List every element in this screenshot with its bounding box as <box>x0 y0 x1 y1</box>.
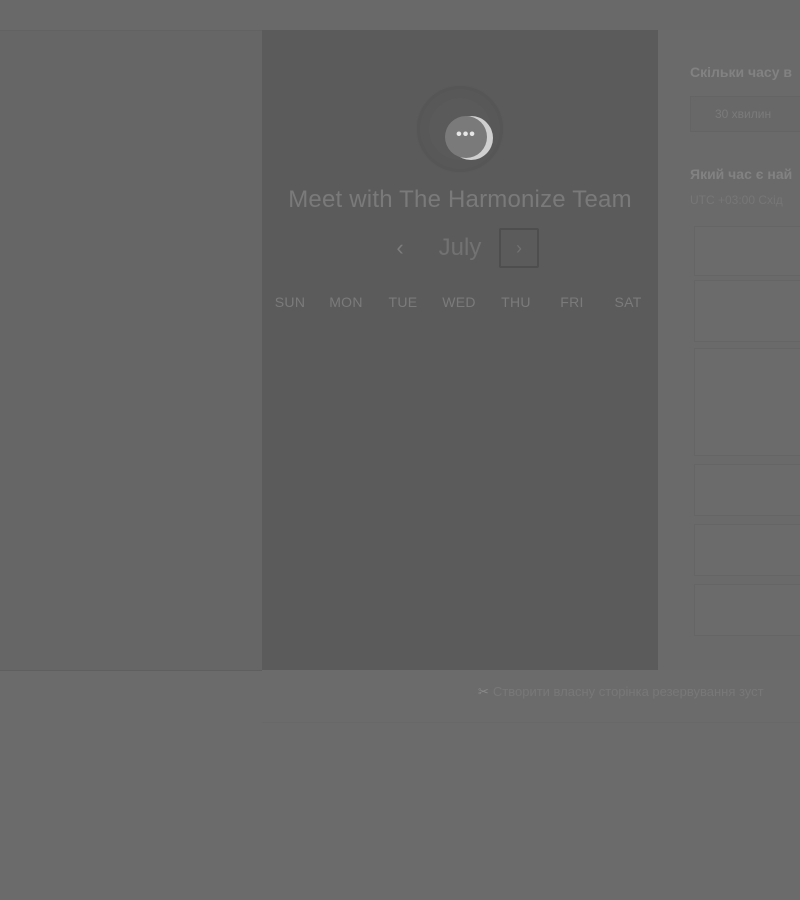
booking-pane: Скільки часу в 30 хвилин Який час є най … <box>658 30 800 670</box>
time-question: Який час є най <box>690 166 793 182</box>
month-label: July <box>438 234 482 261</box>
previous-month-button[interactable]: ‹ <box>390 236 410 260</box>
avatar-frame: ••• <box>429 98 493 160</box>
avatar: ••• <box>417 86 503 172</box>
time-slot[interactable] <box>694 348 800 456</box>
weekday-mon: MON <box>329 294 363 310</box>
weekday-fri: FRI <box>560 294 584 310</box>
create-booking-page-link[interactable]: ✂ Створити власну сторінка резервування з… <box>478 684 764 700</box>
footer-divider <box>262 722 800 723</box>
weekday-tue: TUE <box>388 294 418 310</box>
time-slot[interactable] <box>694 280 800 342</box>
weekday-thu: THU <box>501 294 531 310</box>
time-slot[interactable] <box>694 226 800 276</box>
next-month-button[interactable]: › <box>499 228 539 268</box>
left-pane <box>0 30 262 671</box>
calendar-panel: ••• Meet with The Harmonize Team ‹ July … <box>262 30 658 670</box>
time-slot[interactable] <box>694 464 800 516</box>
top-bar <box>0 0 800 30</box>
weekday-header: SUN MON TUE WED THU FRI SAT <box>262 294 658 314</box>
divider <box>0 670 262 671</box>
duration-option-button[interactable]: 30 хвилин <box>690 96 800 132</box>
time-slot[interactable] <box>694 524 800 576</box>
scissors-icon: ✂ <box>478 684 489 699</box>
page-title: Meet with The Harmonize Team <box>288 186 632 213</box>
create-booking-page-label: Створити власну сторінка резервування зу… <box>492 684 764 699</box>
weekday-wed: WED <box>442 294 476 310</box>
duration-question: Скільки часу в <box>690 64 792 80</box>
ellipsis-icon: ••• <box>456 126 476 143</box>
duration-option-label: 30 хвилин <box>715 107 772 121</box>
timezone-label: UTC +03:00 Схід <box>690 193 783 207</box>
time-slot[interactable] <box>694 584 800 636</box>
weekday-sat: SAT <box>614 294 642 310</box>
weekday-sun: SUN <box>274 294 306 310</box>
